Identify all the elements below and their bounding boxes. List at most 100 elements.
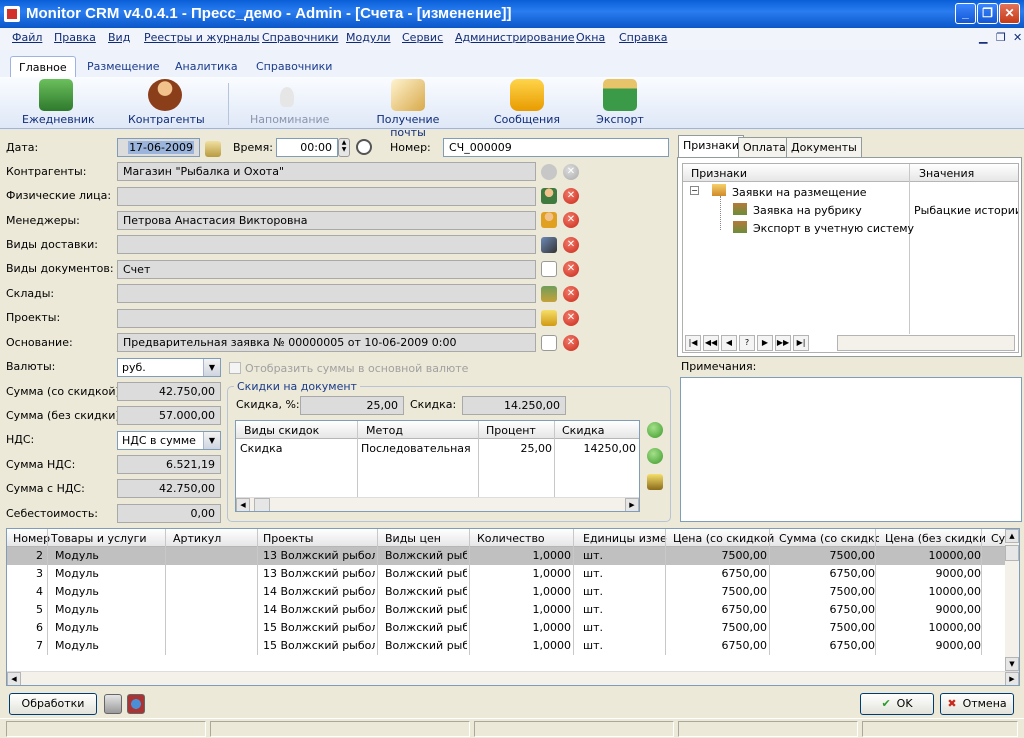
- nav-next-button[interactable]: ▶: [757, 335, 773, 351]
- nav-last-button[interactable]: ▶|: [793, 335, 809, 351]
- col-price-disc[interactable]: Цена (со скидкой): [673, 532, 775, 545]
- col-price-types[interactable]: Виды цен: [385, 532, 471, 545]
- warehouses-field[interactable]: [117, 284, 536, 303]
- basis-document-icon[interactable]: [541, 335, 557, 351]
- restore-button[interactable]: ❐: [977, 3, 998, 24]
- refresh-icon[interactable]: [541, 164, 557, 180]
- col-discount[interactable]: Скидка: [562, 424, 604, 437]
- attributes-hscroll[interactable]: [837, 335, 1015, 351]
- get-mail-button[interactable]: Получение почты: [360, 79, 456, 139]
- project-icon[interactable]: [541, 310, 557, 326]
- tree-item[interactable]: Экспорт в учетную систему: [753, 222, 914, 235]
- col-method[interactable]: Метод: [366, 424, 403, 437]
- col-price-nodisc[interactable]: Цена (без скидки): [885, 532, 985, 545]
- contractors-button[interactable]: Контрагенты: [128, 79, 205, 126]
- menu-service[interactable]: Сервис: [402, 31, 443, 44]
- table-row[interactable]: 7 Модуль 15 Волжский рыболов Волжский рыбол…: [7, 637, 1005, 655]
- items-hscroll[interactable]: ◀ ▶: [7, 671, 1019, 685]
- base-currency-checkbox[interactable]: [229, 362, 241, 374]
- tree-item[interactable]: Заявка на рубрику: [753, 204, 862, 217]
- document-icon[interactable]: [541, 261, 557, 277]
- menu-view[interactable]: Вид: [108, 31, 130, 44]
- managers-field[interactable]: Петрова Анастасия Викторовна: [117, 211, 536, 230]
- nav-prev-button[interactable]: ◀: [721, 335, 737, 351]
- clear-projects-icon[interactable]: ✕: [563, 310, 579, 326]
- clear-persons-icon[interactable]: ✕: [563, 188, 579, 204]
- discount-settings-icon[interactable]: [647, 474, 663, 490]
- menu-admin[interactable]: Администрирование: [455, 31, 575, 44]
- scroll-left-icon[interactable]: ◀: [236, 498, 250, 511]
- time-field[interactable]: 00:00: [276, 138, 338, 157]
- mdi-restore-icon[interactable]: ❐: [996, 31, 1006, 44]
- nav-help-button[interactable]: ?: [739, 335, 755, 351]
- clear-contractors-icon[interactable]: ✕: [563, 164, 579, 180]
- col-percent[interactable]: Процент: [486, 424, 536, 437]
- scroll-right-icon[interactable]: ▶: [1005, 672, 1019, 685]
- menu-edit[interactable]: Правка: [54, 31, 96, 44]
- col-projects[interactable]: Проекты: [263, 532, 377, 545]
- discounts-hscroll[interactable]: ◀ ▶: [236, 497, 639, 511]
- time-spinner[interactable]: ▲ ▼: [338, 138, 350, 157]
- lock-icon[interactable]: [205, 141, 221, 157]
- calculator-icon[interactable]: [104, 694, 122, 714]
- mdi-close-icon[interactable]: ✕: [1013, 31, 1022, 44]
- scroll-down-icon[interactable]: ▼: [1005, 657, 1019, 671]
- discount-pct-field[interactable]: 25,00: [300, 396, 404, 415]
- col-units[interactable]: Единицы измере: [583, 532, 667, 545]
- delivery-icon[interactable]: [541, 237, 557, 253]
- scroll-right-icon[interactable]: ▶: [625, 498, 639, 511]
- export-button[interactable]: Экспорт: [595, 79, 645, 126]
- col-discount-type[interactable]: Виды скидок: [244, 424, 319, 437]
- menu-registers[interactable]: Реестры и журналы: [144, 31, 259, 44]
- tree-root[interactable]: Заявки на размещение: [732, 186, 867, 199]
- tab-placement[interactable]: Размещение: [79, 56, 168, 78]
- menu-windows[interactable]: Окна: [576, 31, 605, 44]
- menu-file[interactable]: Файл: [12, 31, 42, 44]
- clock-icon[interactable]: [356, 139, 372, 155]
- persons-field[interactable]: [117, 187, 536, 206]
- messages-button[interactable]: Сообщения: [494, 79, 560, 126]
- table-row[interactable]: 5 Модуль 14 Волжский рыболов Волжский рыбол…: [7, 601, 1005, 619]
- discount-field[interactable]: 14.250,00: [462, 396, 566, 415]
- tab-payment[interactable]: Оплата: [738, 137, 791, 157]
- persons-icon[interactable]: [541, 188, 557, 204]
- tab-analytics[interactable]: Аналитика: [167, 56, 246, 78]
- col-article[interactable]: Артикул: [173, 532, 257, 545]
- nav-first-button[interactable]: |◀: [685, 335, 701, 351]
- projects-field[interactable]: [117, 309, 536, 328]
- tab-documents[interactable]: Документы: [786, 137, 862, 157]
- database-icon[interactable]: [127, 694, 145, 714]
- manager-icon[interactable]: [541, 212, 557, 228]
- nav-prev-page-button[interactable]: ◀◀: [703, 335, 719, 351]
- doctypes-field[interactable]: Счет: [117, 260, 536, 279]
- menu-references[interactable]: Справочники: [262, 31, 338, 44]
- vat-select[interactable]: НДС в сумме ▼: [117, 431, 221, 450]
- move-down-icon[interactable]: [647, 448, 663, 464]
- nav-next-page-button[interactable]: ▶▶: [775, 335, 791, 351]
- table-row[interactable]: 3 Модуль 13 Волжский рыболов Волжский рыбол…: [7, 565, 1005, 583]
- mdi-minimize-icon[interactable]: ▁: [979, 31, 987, 44]
- diary-button[interactable]: Ежедневник: [22, 79, 95, 126]
- currency-select[interactable]: руб. ▼: [117, 358, 221, 377]
- processing-button[interactable]: Обработки: [9, 693, 97, 715]
- reminder-button[interactable]: Напоминание: [250, 79, 329, 126]
- scroll-thumb[interactable]: [254, 498, 270, 511]
- warehouse-icon[interactable]: [541, 286, 557, 302]
- clear-basis-icon[interactable]: ✕: [563, 335, 579, 351]
- col-attribute[interactable]: Признаки: [691, 167, 747, 180]
- ok-button[interactable]: ✔ OK: [860, 693, 934, 715]
- clear-doctypes-icon[interactable]: ✕: [563, 261, 579, 277]
- col-number[interactable]: Номер: [13, 532, 51, 545]
- table-row[interactable]: 4 Модуль 14 Волжский рыболов Волжский рыбол…: [7, 583, 1005, 601]
- scroll-left-icon[interactable]: ◀: [7, 672, 21, 685]
- clear-delivery-icon[interactable]: ✕: [563, 237, 579, 253]
- minimize-button[interactable]: _: [955, 3, 976, 24]
- tab-references[interactable]: Справочники: [248, 56, 340, 78]
- close-button[interactable]: ✕: [999, 3, 1020, 24]
- clear-warehouses-icon[interactable]: ✕: [563, 286, 579, 302]
- tab-main[interactable]: Главное: [10, 56, 76, 78]
- delivery-field[interactable]: [117, 235, 536, 254]
- date-field[interactable]: 17-06-2009: [117, 138, 200, 157]
- menu-help[interactable]: Справка: [619, 31, 667, 44]
- basis-field[interactable]: Предварительная заявка № 00000005 от 10-…: [117, 333, 536, 352]
